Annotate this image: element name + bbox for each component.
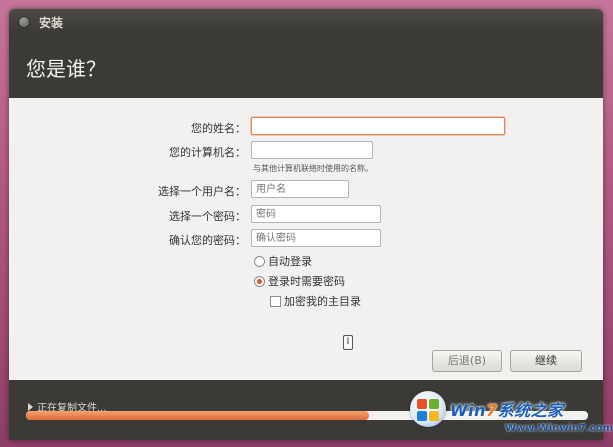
triangle-right-icon <box>28 403 33 411</box>
watermark: Win7系统之家 Www.Winwin7.com <box>410 391 613 445</box>
watermark-url: Www.Winwin7.com <box>505 423 613 434</box>
progress-fill <box>26 411 369 420</box>
confirm-password-label: 确认您的密码： <box>169 234 246 247</box>
title-bar: 安装 <box>9 9 603 35</box>
computer-name-hint: 与其他计算机联络时使用的名称。 <box>253 164 373 173</box>
back-button[interactable]: 后退(B) <box>432 350 502 372</box>
auto-login-label: 自动登录 <box>268 255 312 268</box>
installer-window: 安装 您是谁？ 您的姓名： 您的计算机名： 与其他计算机联络时使用的名称。 选择… <box>9 9 603 440</box>
password-label: 选择一个密码： <box>169 210 246 223</box>
close-icon[interactable] <box>18 16 30 28</box>
auto-login-radio[interactable] <box>254 256 265 267</box>
computer-name-label: 您的计算机名： <box>169 146 246 159</box>
password-field[interactable] <box>251 205 381 223</box>
require-password-label: 登录时需要密码 <box>268 275 345 288</box>
window-title: 安装 <box>39 16 64 30</box>
windows-logo-icon <box>410 391 446 427</box>
username-label: 选择一个用户名： <box>158 185 246 198</box>
require-password-radio[interactable] <box>254 276 265 287</box>
username-field[interactable] <box>251 180 349 198</box>
page-heading: 您是谁？ <box>26 57 106 81</box>
encrypt-home-checkbox[interactable] <box>270 296 281 307</box>
continue-button[interactable]: 继续 <box>510 350 582 372</box>
form-area: 您的姓名： 您的计算机名： 与其他计算机联络时使用的名称。 选择一个用户名： 选… <box>9 98 603 380</box>
watermark-brand: Win7系统之家 <box>450 401 564 420</box>
confirm-password-field[interactable] <box>251 229 381 247</box>
text-cursor-icon: I <box>343 335 353 350</box>
name-label: 您的姓名： <box>191 122 246 135</box>
name-field[interactable] <box>251 117 505 135</box>
computer-name-field[interactable] <box>251 141 373 159</box>
encrypt-home-label: 加密我的主目录 <box>284 295 361 308</box>
